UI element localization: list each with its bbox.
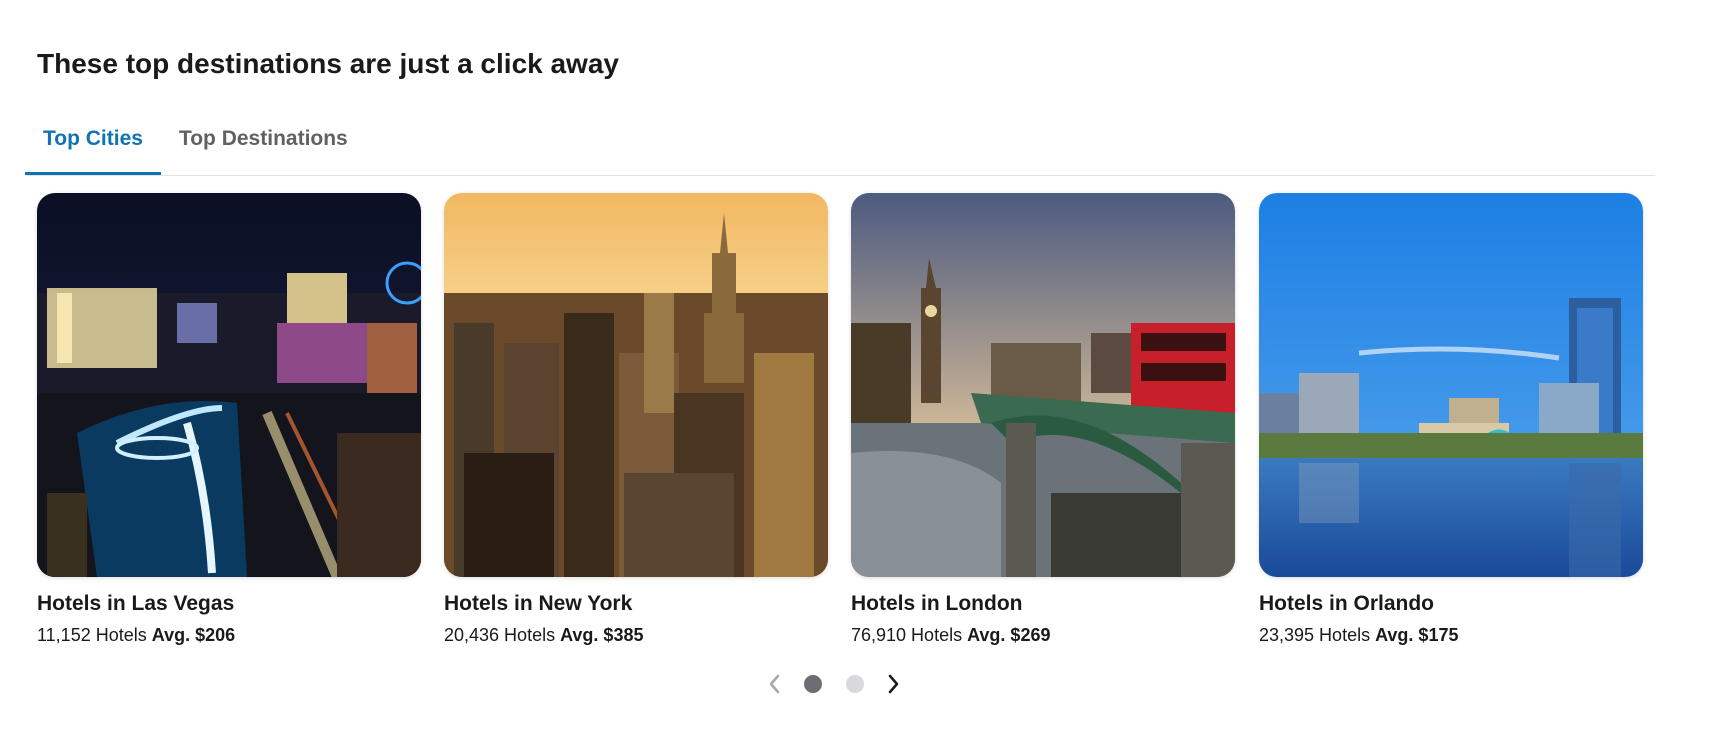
chevron-right-icon[interactable] xyxy=(880,670,908,698)
avg-price: Avg. $175 xyxy=(1375,625,1459,645)
card-title[interactable]: Hotels in London xyxy=(851,592,1235,616)
card-meta: 23,395 Hotels Avg. $175 xyxy=(1259,625,1643,646)
city-card-orlando[interactable]: Hotels in Orlando 23,395 Hotels Avg. $17… xyxy=(1259,193,1643,646)
card-title[interactable]: Hotels in Las Vegas xyxy=(37,592,421,616)
avg-price: Avg. $269 xyxy=(967,625,1051,645)
card-meta: 11,152 Hotels Avg. $206 xyxy=(37,625,421,646)
hotel-count: 23,395 Hotels xyxy=(1259,625,1371,645)
las-vegas-image[interactable] xyxy=(37,193,421,577)
section-heading: These top destinations are just a click … xyxy=(37,48,619,79)
city-card-london[interactable]: Hotels in London 76,910 Hotels Avg. $269 xyxy=(851,193,1235,646)
tab-top-cities[interactable]: Top Cities xyxy=(25,113,161,175)
hotel-count: 76,910 Hotels xyxy=(851,625,963,645)
card-title[interactable]: Hotels in New York xyxy=(444,592,828,616)
avg-price: Avg. $385 xyxy=(560,625,644,645)
page-dot-1[interactable] xyxy=(804,675,822,693)
page-dot-2[interactable] xyxy=(846,675,864,693)
avg-price: Avg. $206 xyxy=(151,625,236,645)
hotel-count: 20,436 Hotels xyxy=(444,625,556,645)
destination-tabs: Top Cities Top Destinations xyxy=(25,113,1655,176)
orlando-image[interactable] xyxy=(1259,193,1643,577)
tab-top-destinations[interactable]: Top Destinations xyxy=(161,113,366,175)
card-title[interactable]: Hotels in Orlando xyxy=(1259,592,1643,616)
chevron-left-icon[interactable] xyxy=(760,670,788,698)
london-image[interactable] xyxy=(851,193,1235,577)
card-meta: 76,910 Hotels Avg. $269 xyxy=(851,625,1235,646)
city-card-new-york[interactable]: Hotels in New York 20,436 Hotels Avg. $3… xyxy=(444,193,828,646)
city-card-las-vegas[interactable]: Hotels in Las Vegas 11,152 Hotels Avg. $… xyxy=(37,193,421,646)
carousel-pagination xyxy=(760,668,908,700)
hotel-count: 11,152 Hotels xyxy=(37,625,147,645)
new-york-image[interactable] xyxy=(444,193,828,577)
card-meta: 20,436 Hotels Avg. $385 xyxy=(444,625,828,646)
